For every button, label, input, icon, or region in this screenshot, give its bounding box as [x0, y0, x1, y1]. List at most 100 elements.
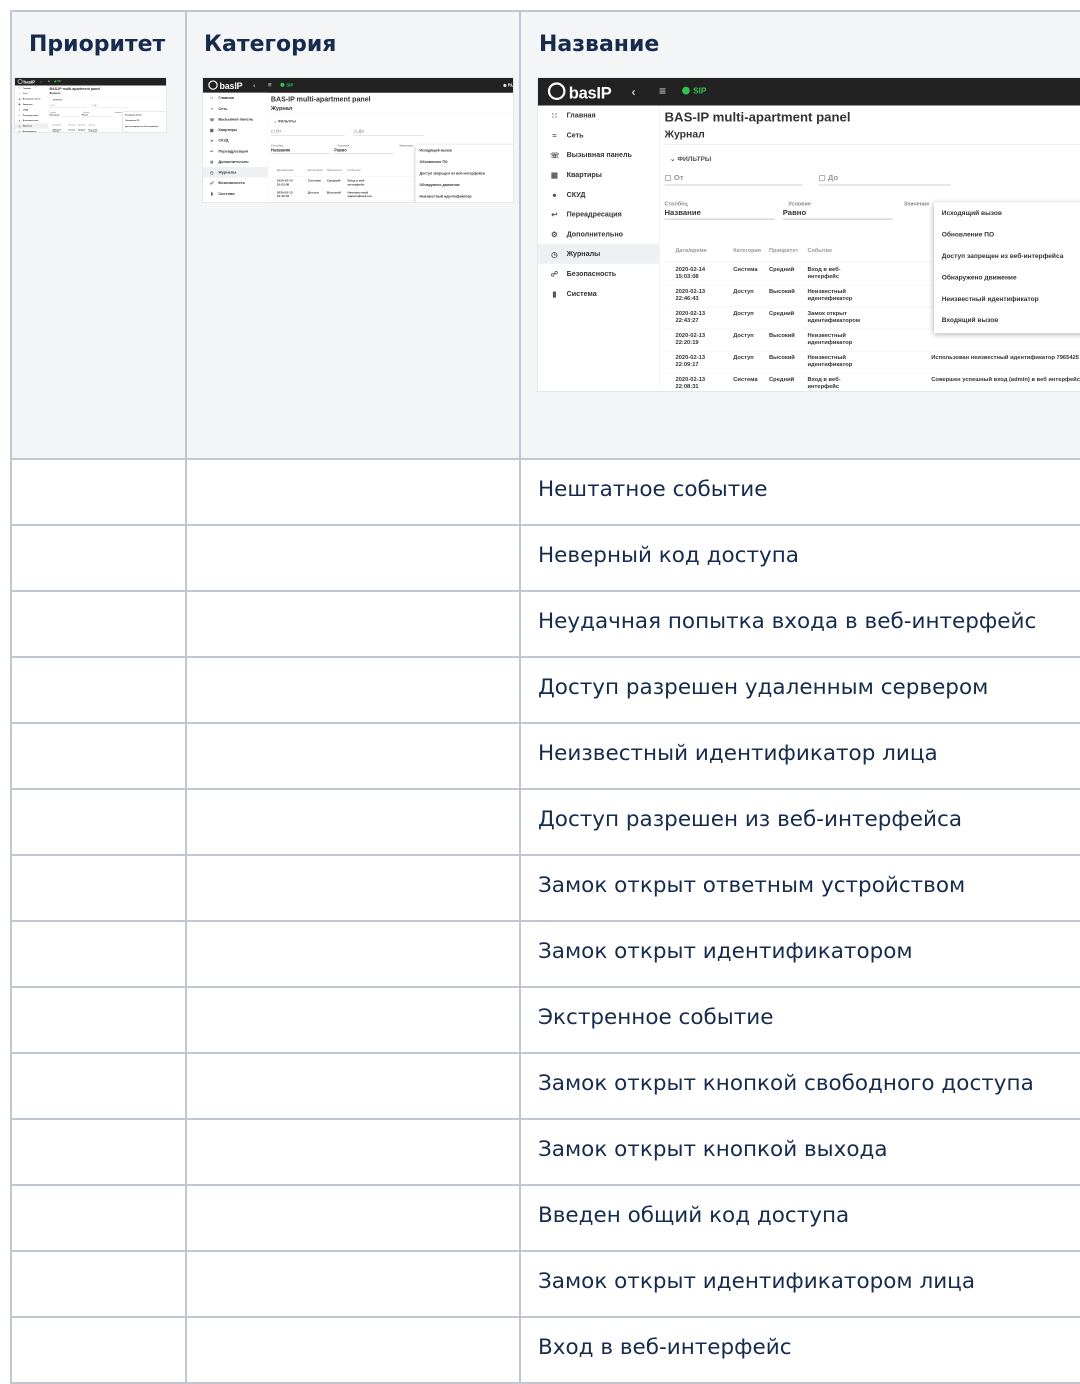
sidebar-item: ☏Вызывная панель [203, 114, 268, 125]
events-body: Нештатное событиеНеверный код доступаНеу… [11, 459, 1080, 1383]
category-cell [186, 459, 520, 525]
app-content: BAS-IP multi-apartment panel Журнал ⌄ ФИ… [48, 86, 167, 134]
priority-cell [11, 1317, 186, 1383]
sidebar-item: ↩Переадресация [538, 205, 659, 225]
menu-icon: ≡ [48, 80, 50, 84]
category-cell [186, 657, 520, 723]
filters-toggle: ⌄ ФИЛЬТРЫ [51, 99, 62, 101]
value-dropdown: Исходящий вызов Обновление ПО Доступ зап… [123, 112, 167, 133]
event-name: Замок открыт кнопкой свободного доступа [521, 1054, 1080, 1096]
sip-status: SIP [280, 82, 293, 87]
sidebar-item: ▮Система [538, 284, 659, 304]
sidebar-item: ▦Квартиры [203, 125, 268, 136]
table-row: Нештатное событие [11, 459, 1080, 525]
priority-cell [11, 591, 186, 657]
name-cell: Замок открыт кнопкой свободного доступа [520, 1053, 1080, 1119]
date-from-field: ▢ От [271, 129, 345, 136]
app-content: BAS-IP multi-apartment panel Журнал ⌄ ФИ… [268, 93, 514, 203]
menu-icon: ≡ [268, 81, 272, 89]
value-label: Значение [115, 112, 122, 114]
sidebar-item: ⚙Дополнительно [538, 224, 659, 244]
name-cell: Замок открыт идентификатором лица [520, 1251, 1080, 1317]
name-cell: Вход в веб-интерфейс [520, 1317, 1080, 1383]
category-cell [186, 1317, 520, 1383]
name-cell: Неверный код доступа [520, 525, 1080, 591]
sidebar-item: ▮Система [203, 188, 268, 199]
date-to-field: ▢ До [819, 173, 951, 186]
priority-cell [11, 921, 186, 987]
event-name: Доступ разрешен удаленным сервером [521, 658, 1080, 700]
filters-toggle: ⌄ ФИЛЬТРЫ [670, 155, 711, 163]
event-name: Неизвестный идентификатор лица [521, 724, 1080, 766]
header-row: Приоритет basIP ‹ ≡ SIP ◉ RU ● ∷Главная … [11, 11, 1080, 459]
table-row: Доступ разрешен удаленным сервером [11, 657, 1080, 723]
event-name: Экстренное событие [521, 988, 1080, 1030]
event-name: Неудачная попытка входа в веб-интерфейс [521, 592, 1080, 634]
column-select: Название [271, 148, 330, 154]
name-cell: Доступ разрешен удаленным сервером [520, 657, 1080, 723]
event-name: Замок открыт идентификатором лица [521, 1252, 1080, 1294]
table-row: Доступ разрешен из веб-интерфейса [11, 789, 1080, 855]
priority-cell [11, 789, 186, 855]
value-dropdown: Исходящий вызов Обновление ПО Доступ зап… [415, 145, 514, 203]
category-cell [186, 1053, 520, 1119]
sip-status: SIP [682, 86, 706, 95]
event-name: Введен общий код доступа [521, 1186, 1080, 1228]
sidebar-item: ☏Вызывная панель [538, 145, 659, 165]
sidebar-item: ▦Квартиры [538, 165, 659, 185]
category-cell [186, 855, 520, 921]
app-topbar: basIP ‹ ≡ SIP ◉ RU ● [538, 78, 1080, 106]
category-cell [186, 723, 520, 789]
basip-logo: basIP [18, 79, 35, 85]
sidebar-item: ∷Главная [538, 106, 659, 126]
name-cell: Неизвестный идентификатор лица [520, 723, 1080, 789]
name-cell: Неудачная попытка входа в веб-интерфейс [520, 591, 1080, 657]
column-select: Название [50, 113, 80, 116]
sidebar-item: ∷Главная [203, 93, 268, 104]
name-cell: Замок открыт ответным устройством [520, 855, 1080, 921]
sidebar-item: ☍Безопасность [538, 264, 659, 284]
app-page-title: BAS-IP multi-apartment panel [50, 87, 101, 91]
app-sidebar: ∷Главная ≈Сеть ☏Вызывная панель ▦Квартир… [203, 93, 268, 203]
category-cell [186, 987, 520, 1053]
sidebar-item: ☍Безопасность [15, 129, 48, 133]
condition-select: Равно [334, 148, 393, 154]
sidebar-item: ≈Сеть [203, 103, 268, 114]
chevron-left-icon: ‹ [41, 80, 42, 84]
app-screenshot: basIP ‹ ≡ SIP ◉ RU ● ∷Главная ≈Сеть ☏Выз… [203, 78, 514, 203]
event-name: Доступ разрешен из веб-интерфейса [521, 790, 1080, 832]
value-label: Значение [904, 201, 930, 207]
priority-cell [11, 855, 186, 921]
priority-cell [11, 525, 186, 591]
sidebar-item: ◷Журналы [538, 244, 659, 264]
name-cell: Нештатное событие [520, 459, 1080, 525]
table-row: Замок открыт ответным устройством [11, 855, 1080, 921]
table-row: Вход в веб-интерфейс [11, 1317, 1080, 1383]
sidebar-item: ☍Безопасность [203, 178, 268, 189]
sidebar-item: ≈Сеть [538, 125, 659, 145]
table-row: Замок открыт идентификатором лица [11, 1251, 1080, 1317]
column-label: Столбец [665, 201, 688, 207]
priority-cell [11, 459, 186, 525]
chevron-left-icon: ‹ [253, 82, 255, 90]
name-cell: Введен общий код доступа [520, 1185, 1080, 1251]
app-subtitle: Журнал [271, 105, 514, 114]
sidebar-item: ↩Переадресация [203, 146, 268, 157]
name-cell: Замок открыт идентификатором [520, 921, 1080, 987]
table-row: Экстренное событие [11, 987, 1080, 1053]
language-selector: ◉ RU ● [503, 82, 514, 87]
category-cell [186, 1251, 520, 1317]
category-header: Категория [187, 12, 519, 62]
sidebar-item: ⚙Дополнительно [203, 156, 268, 167]
column-select: Название [665, 208, 775, 220]
table-row: Замок открыт кнопкой выхода [11, 1119, 1080, 1185]
date-to-field: ▢ До [353, 129, 424, 136]
condition-select: Равно [783, 208, 893, 220]
date-from-field: ▢ От [665, 173, 803, 186]
app-sidebar: ∷Главная ≈Сеть ☏Вызывная панель ▦Квартир… [538, 106, 660, 387]
sidebar-item: ●СКУД [538, 185, 659, 205]
name-header: Название [521, 12, 1080, 62]
priority-cell [11, 1185, 186, 1251]
condition-select: Равно [82, 113, 112, 116]
log-row: 2020-02-13 22:09:17ДоступВысокийНеизвест… [665, 351, 1080, 374]
